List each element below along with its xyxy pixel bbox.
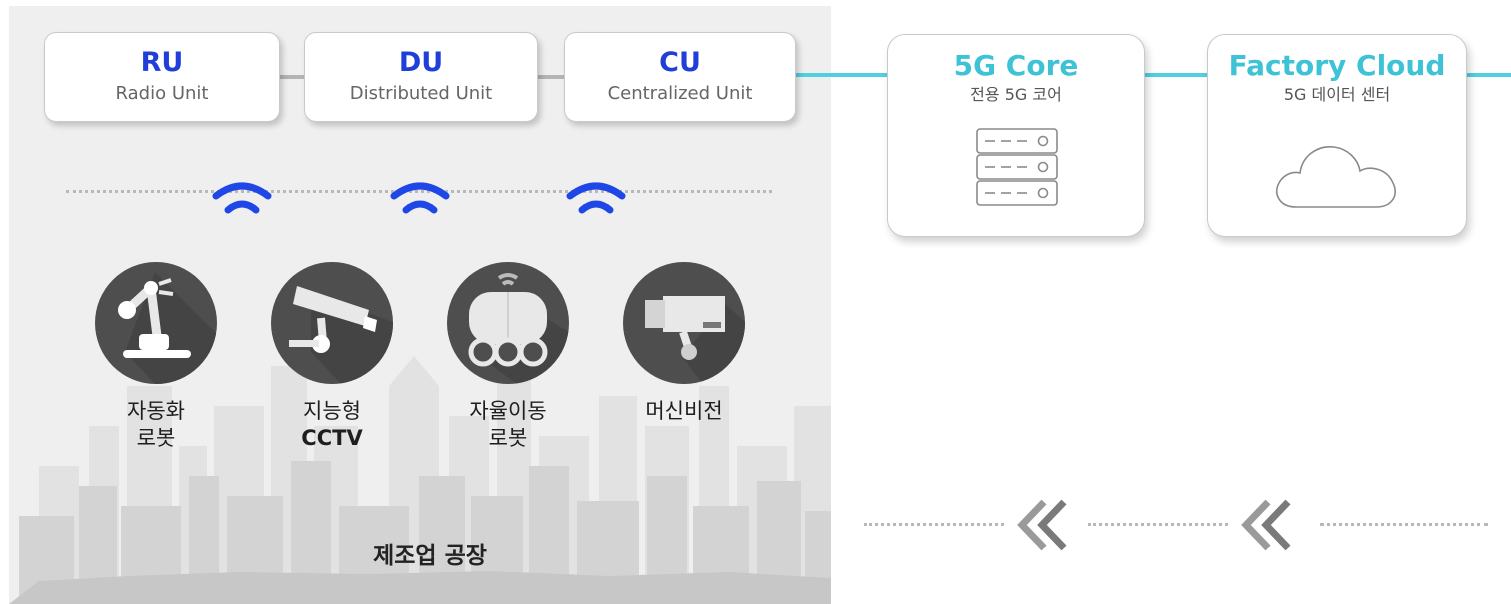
du-title: DU (398, 47, 444, 78)
ru-title: RU (140, 47, 184, 78)
return-dotted-line-3 (1320, 523, 1488, 526)
device-label-automation-robot: 자동화 로봇 (127, 399, 185, 450)
cu-core-link (794, 73, 890, 77)
robot-arm-icon (95, 262, 217, 384)
ru-subtitle: Radio Unit (115, 83, 209, 104)
cu-box: CU Centralized Unit (564, 32, 796, 122)
return-dotted-line-2 (1088, 523, 1228, 526)
wifi-signal-icon (390, 182, 450, 214)
return-dotted-line-1 (864, 523, 1004, 526)
cu-title: CU (659, 47, 701, 78)
machine-vision-camera-icon (623, 262, 745, 384)
cu-subtitle: Centralized Unit (607, 83, 753, 104)
double-chevron-left-icon (1241, 499, 1291, 551)
mobile-robot-icon (447, 262, 569, 384)
5g-core-subtitle: 전용 5G 코어 (970, 85, 1062, 104)
du-cu-link (536, 75, 566, 79)
5g-core-box: 5G Core 전용 5G 코어 (887, 34, 1145, 237)
cloud-out-link (1465, 73, 1511, 77)
du-box: DU Distributed Unit (304, 32, 538, 122)
double-chevron-left-icon (1017, 499, 1067, 551)
core-cloud-link (1144, 73, 1210, 77)
device-label-mobile-robot: 자율이동 로봇 (469, 399, 547, 450)
5g-core-title: 5G Core (953, 49, 1079, 82)
wifi-signal-icon (212, 182, 272, 214)
du-subtitle: Distributed Unit (349, 83, 493, 104)
device-label-machine-vision: 머신비전 (645, 399, 723, 423)
factory-title: 제조업 공장 (373, 543, 487, 569)
wifi-signal-icon (566, 182, 626, 214)
factory-cloud-title: Factory Cloud (1228, 49, 1446, 82)
server-icon (976, 128, 1058, 206)
device-label-smart-cctv: 지능형 CCTV (301, 399, 363, 450)
factory-cloud-box: Factory Cloud 5G 데이터 센터 (1207, 34, 1467, 237)
ru-box: RU Radio Unit (44, 32, 280, 122)
cctv-icon (271, 262, 393, 384)
cloud-icon (1276, 146, 1396, 208)
factory-cloud-subtitle: 5G 데이터 센터 (1283, 85, 1391, 104)
